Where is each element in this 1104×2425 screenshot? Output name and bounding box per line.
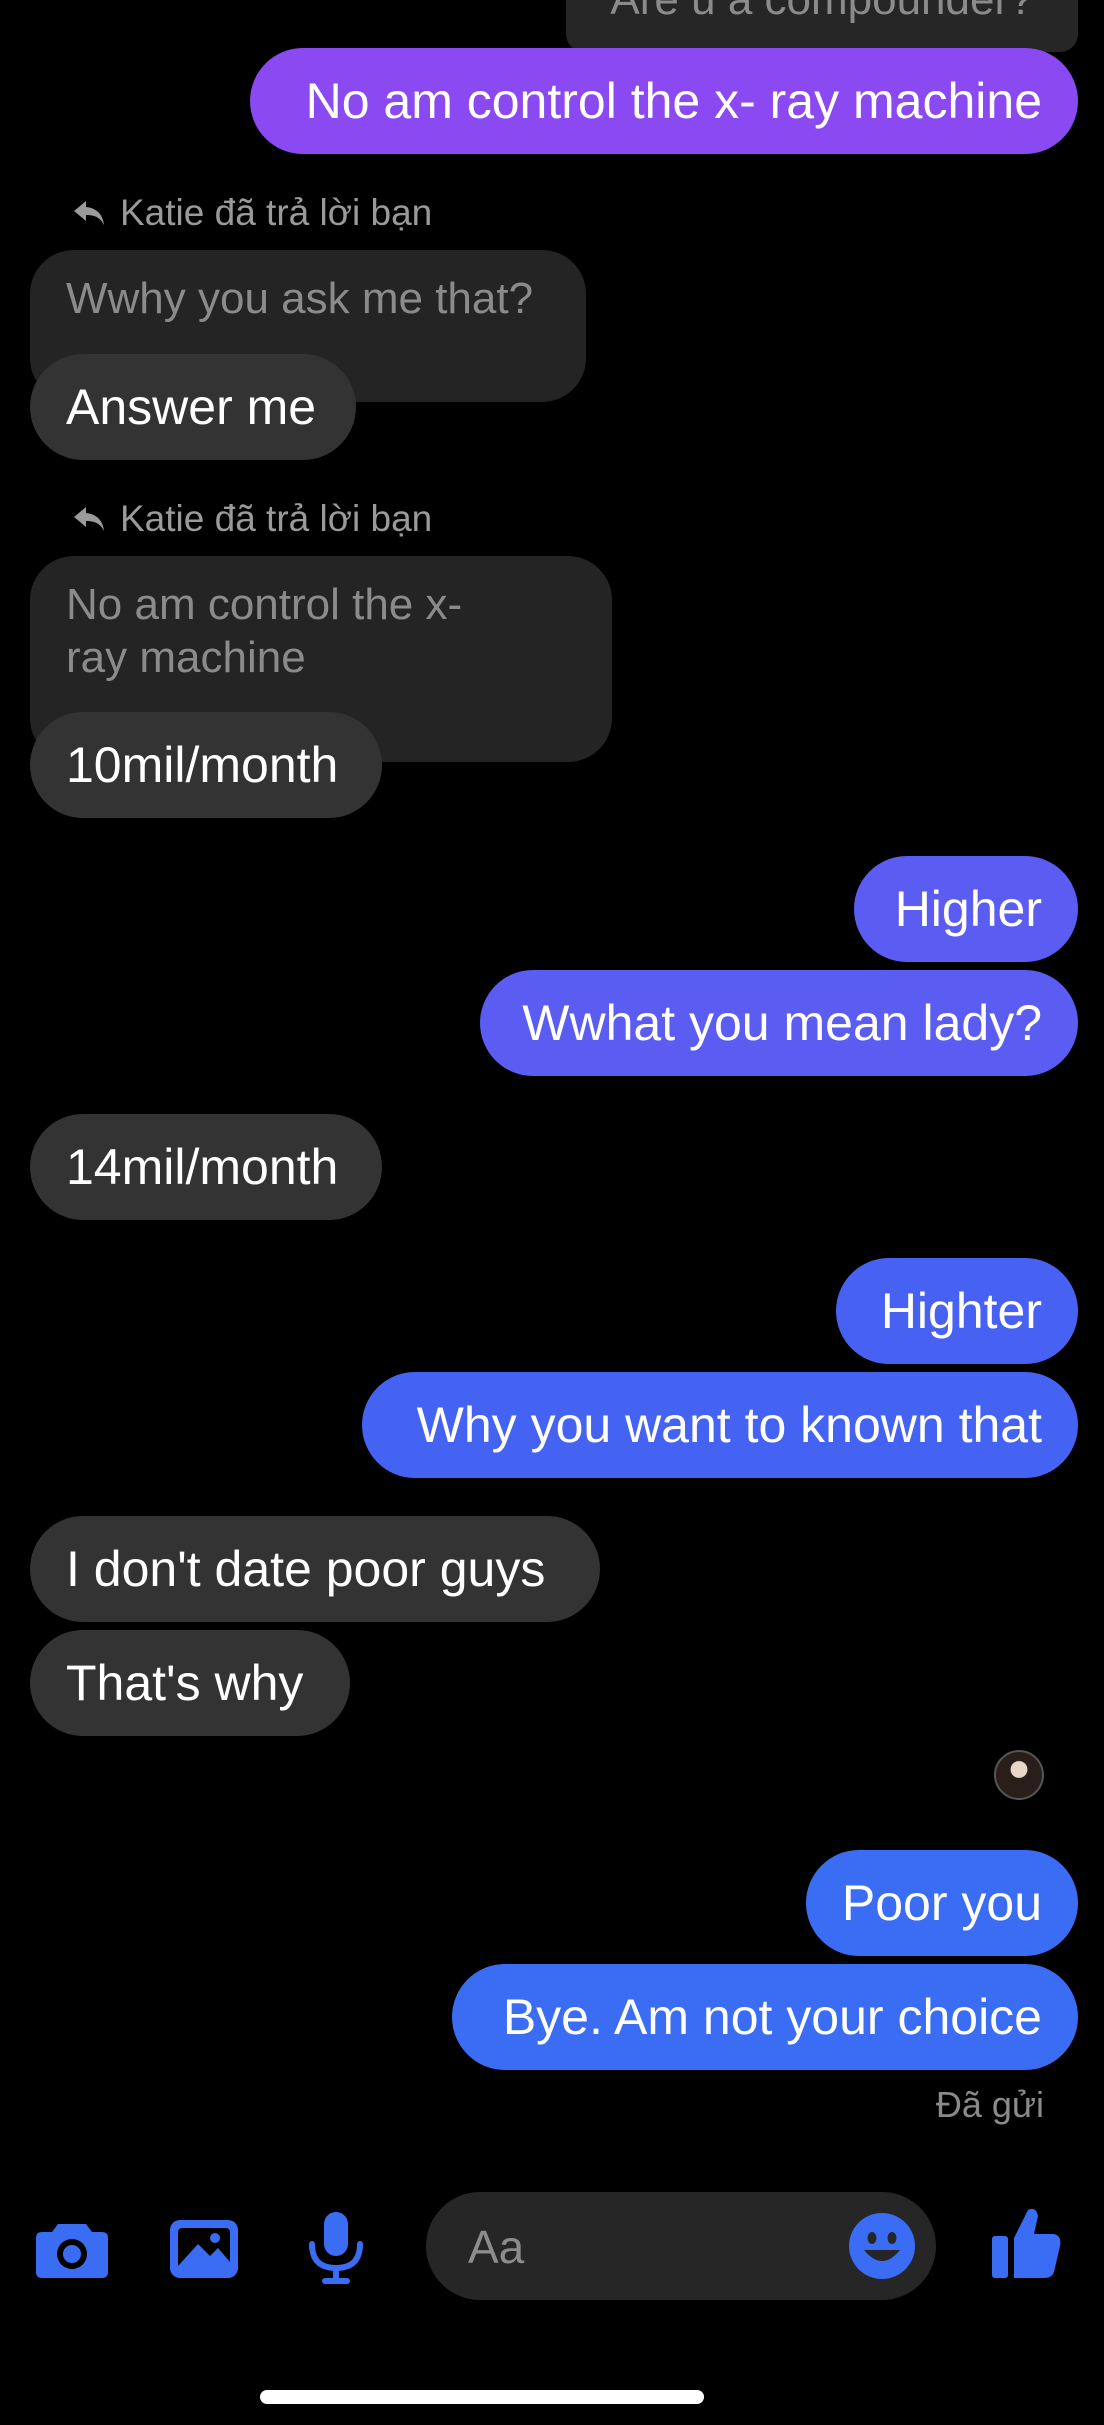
microphone-icon <box>309 2212 363 2284</box>
message-bubble-incoming[interactable]: I don't date poor guys <box>30 1516 600 1622</box>
message-bubble-outgoing[interactable]: Poor you <box>806 1850 1078 1956</box>
quoted-message-partial: Are u a compounder? <box>566 0 1078 52</box>
quoted-message-text-line: No am control the x- <box>66 580 463 629</box>
home-indicator <box>260 2390 704 2404</box>
reply-label-text: Katie đã trả lời bạn <box>120 192 433 233</box>
message-bubble-outgoing[interactable]: Why you want to known that <box>362 1372 1078 1478</box>
reply-label: Katie đã trả lời bạn <box>72 498 432 540</box>
seen-avatar-icon <box>994 1750 1044 1800</box>
reply-label: Katie đã trả lời bạn <box>72 192 432 234</box>
camera-button[interactable] <box>34 2210 110 2286</box>
composer-bar <box>0 2180 1104 2310</box>
message-bubble-incoming[interactable]: Answer me <box>30 354 356 460</box>
message-bubble-outgoing[interactable]: Highter <box>836 1258 1078 1364</box>
message-bubble-incoming[interactable]: 14mil/month <box>30 1114 382 1220</box>
message-bubble-incoming[interactable]: That's why <box>30 1630 350 1736</box>
message-bubble-outgoing[interactable]: Wwhat you mean lady? <box>480 970 1078 1076</box>
message-bubble-outgoing[interactable]: No am control the x- ray machine <box>250 48 1078 154</box>
message-status: Đã gửi <box>935 2084 1044 2125</box>
gallery-button[interactable] <box>166 2210 242 2286</box>
message-bubble-outgoing[interactable]: Higher <box>854 856 1078 962</box>
message-input[interactable] <box>466 2192 850 2302</box>
quoted-message-text: Wwhy you ask me that? <box>66 274 534 323</box>
reply-arrow-icon <box>74 507 104 531</box>
image-icon <box>170 2220 238 2278</box>
conversation-screen: Are u a compounder? No am control the x-… <box>0 0 1104 2425</box>
thumbs-up-icon[interactable] <box>990 2204 1062 2280</box>
message-bubble-outgoing[interactable]: Bye. Am not your choice <box>452 1964 1078 2070</box>
camera-icon <box>36 2224 108 2278</box>
quoted-message-text-line: ray machine <box>66 633 306 682</box>
emoji-icon[interactable] <box>848 2212 916 2280</box>
message-bubble-incoming[interactable]: 10mil/month <box>30 712 382 818</box>
reply-arrow-icon <box>74 201 104 225</box>
microphone-button[interactable] <box>298 2210 374 2286</box>
reply-label-text: Katie đã trả lời bạn <box>120 498 433 539</box>
